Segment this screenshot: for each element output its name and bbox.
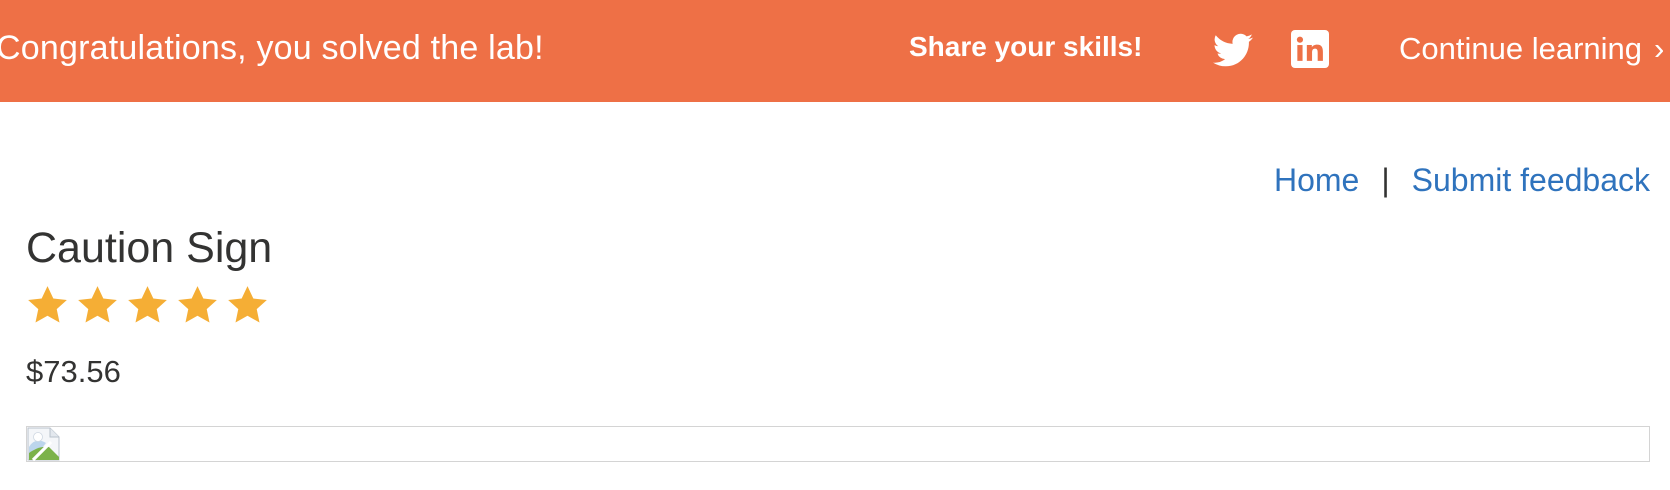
star-icon bbox=[178, 286, 217, 323]
share-label: Share your skills! bbox=[909, 31, 1143, 62]
top-links: Home | Submit feedback bbox=[1274, 160, 1650, 200]
star-icon bbox=[78, 286, 117, 323]
banner-message: Congratulations, you solved the lab! bbox=[0, 29, 544, 67]
home-link[interactable]: Home bbox=[1274, 162, 1359, 198]
lab-solved-banner: Congratulations, you solved the lab! Sha… bbox=[0, 0, 1670, 102]
submit-feedback-link[interactable]: Submit feedback bbox=[1412, 162, 1650, 198]
star-icon bbox=[28, 286, 67, 323]
star-icon bbox=[228, 286, 267, 323]
star-rating bbox=[26, 284, 269, 328]
star-icon bbox=[128, 286, 167, 323]
continue-learning-link[interactable]: Continue learning › bbox=[1399, 28, 1664, 70]
product-price: $73.56 bbox=[26, 354, 121, 389]
link-separator: | bbox=[1381, 162, 1390, 198]
continue-learning-label: Continue learning bbox=[1399, 31, 1643, 66]
linkedin-icon[interactable] bbox=[1291, 30, 1329, 68]
product-image bbox=[26, 426, 1650, 462]
broken-image-icon bbox=[27, 427, 60, 461]
twitter-icon[interactable] bbox=[1213, 30, 1253, 70]
product-title: Caution Sign bbox=[26, 224, 273, 272]
chevron-right-icon: › bbox=[1654, 31, 1665, 66]
